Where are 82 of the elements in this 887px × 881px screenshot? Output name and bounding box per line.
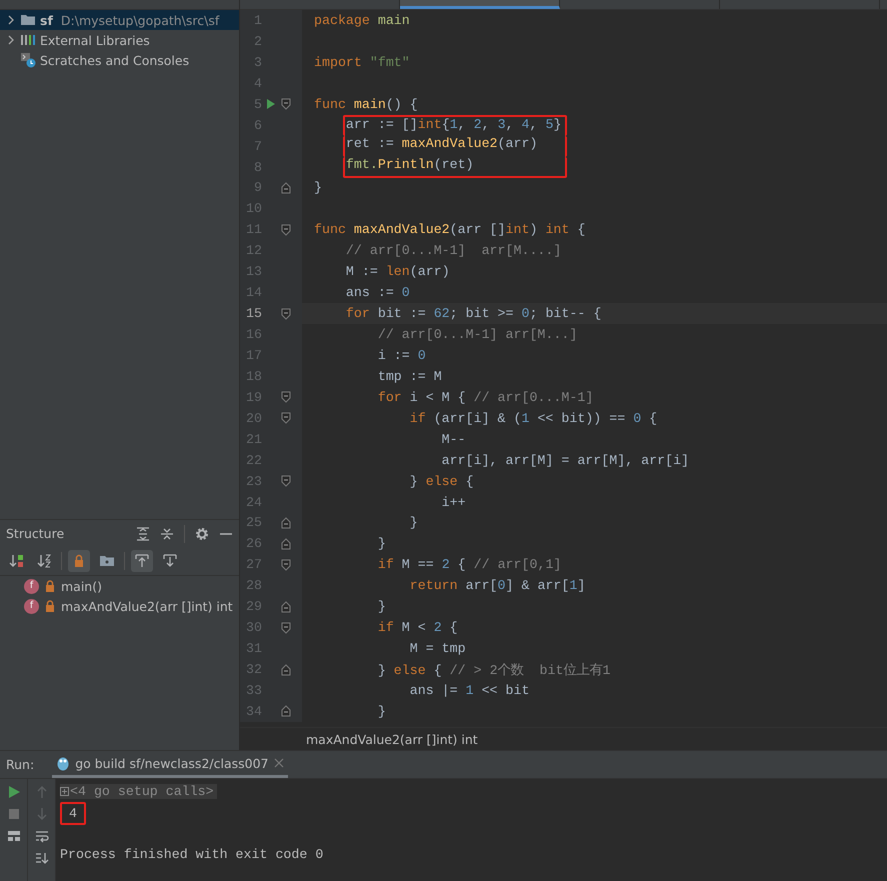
- tree-item[interactable]: External Libraries: [0, 30, 239, 50]
- scroll-to-source-icon[interactable]: [134, 553, 150, 569]
- sort-alphabetically-icon[interactable]: [36, 553, 52, 569]
- layout-icon[interactable]: [6, 829, 20, 843]
- tree-item-label: Scratches and Consoles: [40, 52, 190, 68]
- fold-end-icon[interactable]: [281, 182, 291, 194]
- fold-start-icon[interactable]: [281, 224, 291, 236]
- fold-end-icon[interactable]: [281, 516, 291, 529]
- fold-start-icon[interactable]: [281, 391, 291, 404]
- code-line: for bit := 62; bit >= 0; bit-- {: [344, 306, 602, 322]
- code-line: M := len(arr): [344, 264, 450, 280]
- code-line: }: [376, 536, 386, 552]
- bar-chart-icon: [20, 32, 36, 48]
- code-line: M--: [440, 432, 466, 447]
- code-line: M = tmp: [408, 641, 466, 656]
- settings-icon[interactable]: [195, 526, 209, 540]
- fold-end-icon[interactable]: [281, 600, 291, 613]
- tree-item[interactable]: sf D:\mysetup\gopath\src\sf: [0, 10, 239, 30]
- code-line: // arr[0...M-1] arr[M...]: [376, 327, 578, 342]
- code-line: func main() {: [314, 96, 418, 112]
- code-line: i++: [440, 494, 466, 510]
- breadcrumb[interactable]: maxAndValue2(arr []int) int: [306, 732, 478, 746]
- fold-start-icon[interactable]: [281, 308, 291, 320]
- output-line: Process finished with exit code 0: [60, 847, 324, 862]
- code-line: ret := maxAndValue2(arr): [342, 136, 567, 157]
- code-line: ans := 0: [344, 285, 410, 300]
- code-line: }: [376, 704, 386, 719]
- folded-output[interactable]: <4 go setup calls>: [60, 784, 217, 799]
- structure-item[interactable]: main(): [61, 578, 102, 594]
- panel-title: Structure: [6, 526, 66, 541]
- function-badge: f: [24, 598, 39, 614]
- code-line: if (arr[i] & (1 << bit)) == 0 {: [408, 410, 658, 426]
- fold-end-icon[interactable]: [281, 538, 291, 550]
- run-icon[interactable]: [266, 98, 276, 110]
- code-line: package main: [314, 12, 410, 28]
- code-line: if M < 2 {: [376, 620, 458, 636]
- run-icon[interactable]: [6, 785, 20, 799]
- lock-icon: [45, 600, 55, 612]
- code-line: i := 0: [376, 348, 426, 363]
- folder-icon[interactable]: [99, 553, 115, 569]
- fold-end-icon[interactable]: [281, 664, 291, 676]
- code-line: } else { // > 2个数 bit位上有1: [376, 662, 610, 679]
- code-line: if M == 2 { // arr[0,1]: [376, 557, 562, 572]
- console-clock-icon: [20, 52, 36, 68]
- code-line: ans |= 1 << bit: [408, 682, 530, 698]
- fold-end-icon[interactable]: [281, 705, 291, 718]
- fold-start-icon[interactable]: [281, 412, 291, 424]
- soft-wrap-icon[interactable]: [34, 829, 48, 843]
- code-line: return arr[0] & arr[1]: [408, 578, 586, 594]
- code-line: func maxAndValue2(arr []int) int {: [314, 222, 586, 238]
- fold-start-icon[interactable]: [281, 558, 291, 571]
- folder-icon: [20, 12, 36, 28]
- function-badge: f: [24, 578, 39, 594]
- tree-item-label: sf: [40, 12, 53, 28]
- line-number: 15: [245, 306, 262, 322]
- gopher-icon: [56, 755, 70, 771]
- code-line: import "fmt": [314, 54, 410, 70]
- code-line: }: [314, 180, 322, 196]
- code-line: }: [408, 515, 418, 530]
- lock-icon: [45, 580, 55, 592]
- fold-start-icon[interactable]: [281, 98, 291, 110]
- expand-box-icon: [60, 787, 69, 796]
- code-line: fmt.Println(ret): [342, 156, 567, 178]
- tree-item-label: External Libraries: [40, 32, 150, 48]
- expand-all-icon[interactable]: [136, 526, 150, 540]
- folder-path: D:\mysetup\gopath\src\sf: [60, 12, 220, 28]
- code-line: tmp := M: [376, 368, 442, 384]
- code-line: arr[i], arr[M] = arr[M], arr[i]: [440, 452, 690, 468]
- code-line: // arr[0...M-1] arr[M....]: [344, 243, 562, 258]
- structure-item[interactable]: maxAndValue2(arr []int) int: [61, 598, 233, 614]
- collapse-all-icon[interactable]: [160, 526, 174, 540]
- fold-start-icon[interactable]: [281, 622, 291, 634]
- sort-by-visibility-icon[interactable]: [8, 553, 24, 569]
- code-line: }: [376, 599, 386, 614]
- code-line: arr := []int{1, 2, 3, 4, 5}: [342, 114, 567, 136]
- code-line: } else {: [408, 474, 474, 489]
- scroll-from-source-icon[interactable]: [162, 553, 178, 569]
- panel-title: Run:: [6, 757, 34, 772]
- scroll-to-end-icon[interactable]: [34, 851, 48, 865]
- tree-item[interactable]: Scratches and Consoles: [0, 50, 239, 70]
- code-line: for i < M { // arr[0...M-1]: [376, 390, 594, 405]
- fold-start-icon[interactable]: [281, 475, 291, 488]
